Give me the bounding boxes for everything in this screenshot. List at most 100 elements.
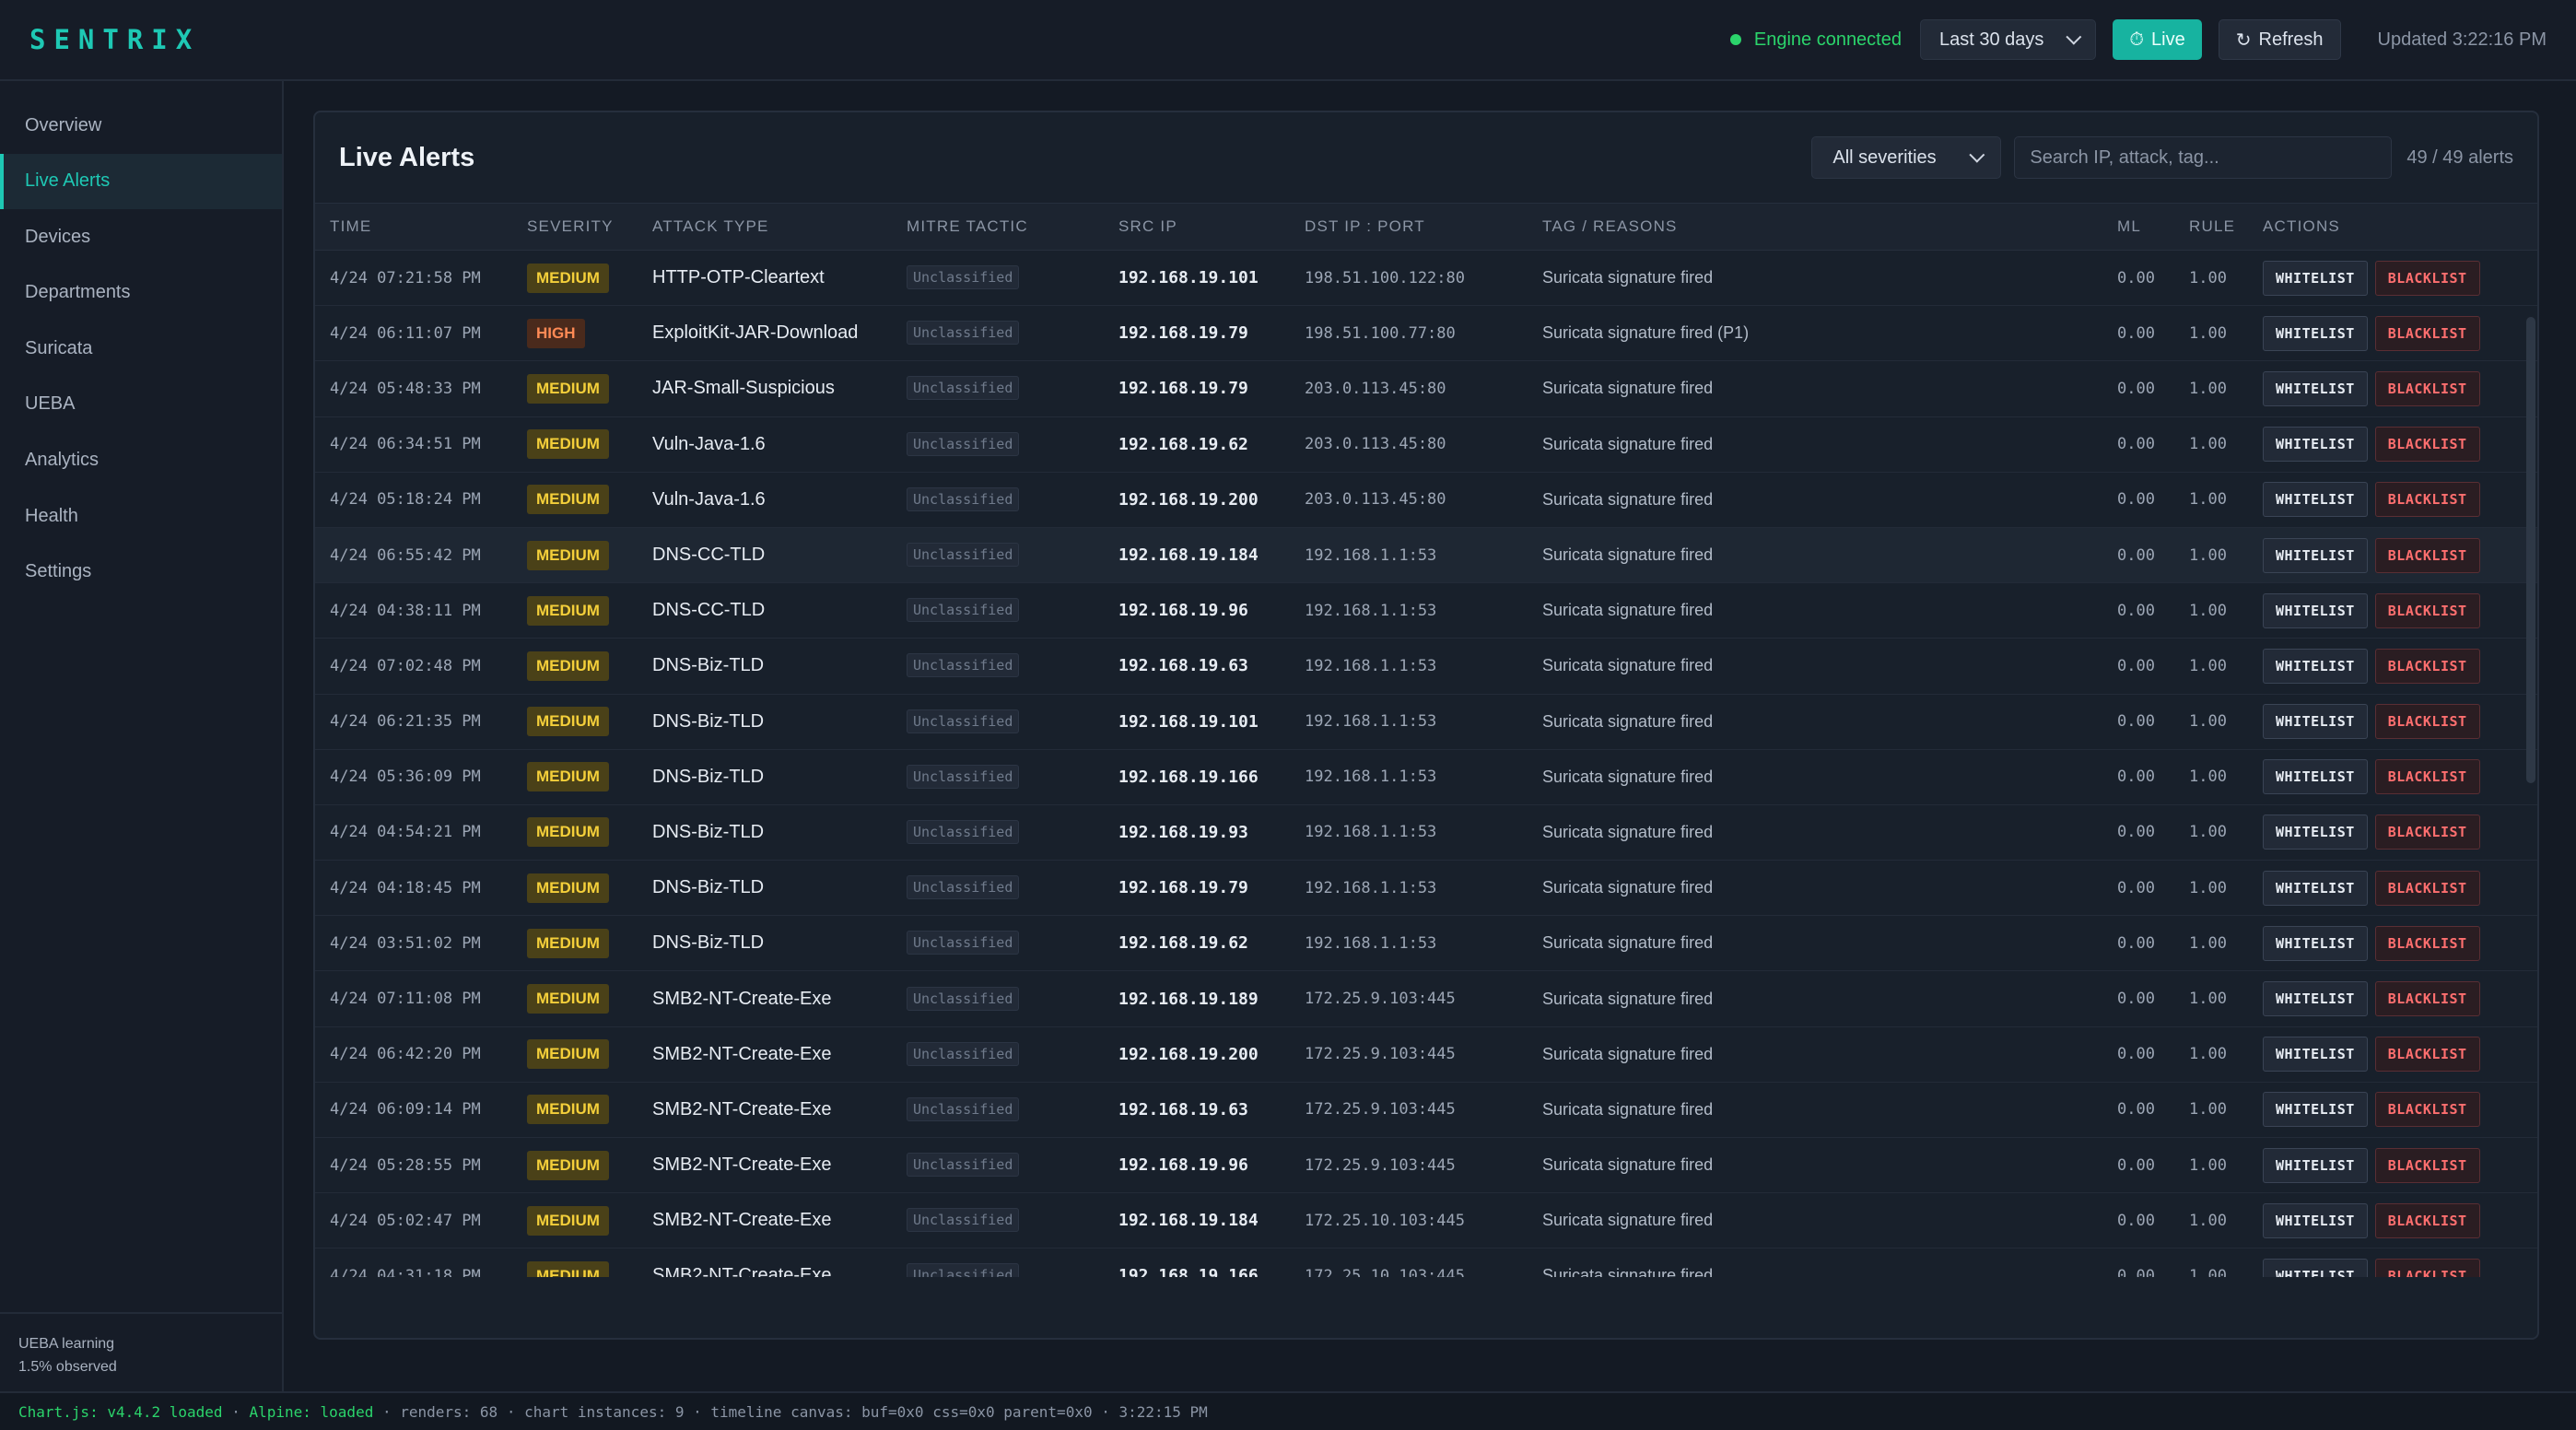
table-row[interactable]: 4/24 06:11:07 PM HIGH ExploitKit-JAR-Downl…: [315, 306, 2537, 362]
blacklist-button[interactable]: BLACKLIST: [2374, 260, 2480, 296]
cell-ml-score: 0.00: [2117, 878, 2155, 897]
blacklist-button[interactable]: BLACKLIST: [2374, 370, 2480, 406]
blacklist-button[interactable]: BLACKLIST: [2374, 1092, 2480, 1128]
time-range-select[interactable]: Last 30 days: [1920, 19, 2097, 60]
cell-ml-score: 0.00: [2117, 490, 2155, 510]
sidebar-item-suricata[interactable]: Suricata: [0, 321, 282, 376]
cell-src-ip: 192.168.19.79: [1118, 379, 1248, 399]
cell-attack-type: SMB2-NT-Create-Exe: [652, 988, 832, 1009]
cell-src-ip: 192.168.19.200: [1118, 489, 1259, 510]
cell-severity: MEDIUM: [527, 540, 609, 570]
whitelist-button[interactable]: WHITELIST: [2263, 704, 2368, 740]
whitelist-button[interactable]: WHITELIST: [2263, 1147, 2368, 1183]
severity-filter-select[interactable]: All severities: [1811, 136, 2002, 179]
severity-badge: MEDIUM: [527, 373, 609, 404]
header-rule[interactable]: RULE: [2189, 217, 2235, 236]
table-row[interactable]: 4/24 06:09:14 PM MEDIUM SMB2-NT-Create-Exe…: [315, 1083, 2537, 1138]
cell-mitre-tactic: Unclassified: [907, 543, 1020, 568]
table-row[interactable]: 4/24 04:38:11 PM MEDIUM DNS-CC-TLD Unclassi…: [315, 583, 2537, 639]
blacklist-button[interactable]: BLACKLIST: [2374, 427, 2480, 463]
refresh-button[interactable]: ↻ Refresh: [2218, 19, 2341, 60]
table-row[interactable]: 4/24 05:18:24 PM MEDIUM Vuln-Java-1.6 Uncla…: [315, 473, 2537, 528]
header-tag-reasons[interactable]: TAG / REASONS: [1542, 217, 1678, 236]
sidebar-item-live-alerts[interactable]: Live Alerts: [0, 153, 282, 209]
whitelist-button[interactable]: WHITELIST: [2263, 759, 2368, 795]
table-row[interactable]: 4/24 04:54:21 PM MEDIUM DNS-Biz-TLD Unclass…: [315, 805, 2537, 862]
blacklist-button[interactable]: BLACKLIST: [2374, 925, 2480, 961]
header-severity[interactable]: SEVERITY: [527, 217, 614, 236]
sidebar-item-ueba[interactable]: UEBA: [0, 377, 282, 432]
table-row[interactable]: 4/24 04:18:45 PM MEDIUM DNS-Biz-TLD Unclass…: [315, 861, 2537, 917]
cell-rule-score: 1.00: [2189, 1100, 2227, 1119]
table-row[interactable]: 4/24 06:42:20 PM MEDIUM SMB2-NT-Create-Exe…: [315, 1027, 2537, 1083]
header-mitre-tactic[interactable]: MITRE TACTIC: [907, 217, 1028, 236]
whitelist-button[interactable]: WHITELIST: [2263, 592, 2368, 628]
cell-tag-reasons: Suricata signature fired: [1542, 379, 1714, 398]
search-input[interactable]: [2014, 136, 2393, 179]
blacklist-button[interactable]: BLACKLIST: [2374, 482, 2480, 518]
cell-dst-ip-port: 172.25.9.103:445: [1305, 1100, 1456, 1119]
blacklist-button[interactable]: BLACKLIST: [2374, 981, 2480, 1017]
sidebar-item-settings[interactable]: Settings: [0, 545, 282, 600]
whitelist-button[interactable]: WHITELIST: [2263, 1202, 2368, 1238]
table-row[interactable]: 4/24 05:48:33 PM MEDIUM JAR-Small-Suspicio…: [315, 361, 2537, 417]
whitelist-button[interactable]: WHITELIST: [2263, 648, 2368, 684]
table-row[interactable]: 4/24 04:31:18 PM MEDIUM SMB2-NT-Create-Exe…: [315, 1248, 2537, 1277]
cell-time: 4/24 05:36:09 PM: [330, 768, 481, 787]
blacklist-button[interactable]: BLACKLIST: [2374, 870, 2480, 906]
sidebar-item-devices[interactable]: Devices: [0, 209, 282, 264]
header-attack-type[interactable]: ATTACK TYPE: [652, 217, 769, 236]
header-ml[interactable]: ML: [2117, 217, 2141, 236]
whitelist-button[interactable]: WHITELIST: [2263, 537, 2368, 573]
table-row[interactable]: 4/24 05:36:09 PM MEDIUM DNS-Biz-TLD Unclass…: [315, 750, 2537, 805]
sidebar-item-analytics[interactable]: Analytics: [0, 433, 282, 488]
blacklist-button[interactable]: BLACKLIST: [2374, 592, 2480, 628]
whitelist-button[interactable]: WHITELIST: [2263, 1092, 2368, 1128]
cell-mitre-tactic: Unclassified: [907, 1041, 1020, 1066]
whitelist-button[interactable]: WHITELIST: [2263, 370, 2368, 406]
whitelist-button[interactable]: WHITELIST: [2263, 260, 2368, 296]
blacklist-button[interactable]: BLACKLIST: [2374, 537, 2480, 573]
whitelist-button[interactable]: WHITELIST: [2263, 1037, 2368, 1072]
blacklist-button[interactable]: BLACKLIST: [2374, 315, 2480, 351]
sidebar-item-overview[interactable]: Overview: [0, 98, 282, 153]
blacklist-button[interactable]: BLACKLIST: [2374, 1202, 2480, 1238]
table-row[interactable]: 4/24 06:21:35 PM MEDIUM DNS-Biz-TLD Unclass…: [315, 695, 2537, 750]
blacklist-button[interactable]: BLACKLIST: [2374, 815, 2480, 850]
sidebar-item-health[interactable]: Health: [0, 488, 282, 544]
blacklist-button[interactable]: BLACKLIST: [2374, 759, 2480, 795]
whitelist-button[interactable]: WHITELIST: [2263, 427, 2368, 463]
header-src-ip[interactable]: SRC IP: [1118, 217, 1177, 236]
table-scrollbar[interactable]: [2526, 317, 2535, 783]
blacklist-button[interactable]: BLACKLIST: [2374, 1258, 2480, 1277]
whitelist-button[interactable]: WHITELIST: [2263, 925, 2368, 961]
sidebar-item-departments[interactable]: Departments: [0, 265, 282, 321]
whitelist-button[interactable]: WHITELIST: [2263, 870, 2368, 906]
blacklist-button[interactable]: BLACKLIST: [2374, 704, 2480, 740]
whitelist-button[interactable]: WHITELIST: [2263, 1258, 2368, 1277]
mitre-tag: Unclassified: [907, 486, 1020, 511]
table-row[interactable]: 4/24 05:28:55 PM MEDIUM SMB2-NT-Create-Exe…: [315, 1138, 2537, 1194]
table-row[interactable]: 4/24 05:02:47 PM MEDIUM SMB2-NT-Create-Exe…: [315, 1193, 2537, 1249]
table-row[interactable]: 4/24 07:02:48 PM MEDIUM DNS-Biz-TLD Unclass…: [315, 639, 2537, 695]
whitelist-button[interactable]: WHITELIST: [2263, 815, 2368, 850]
header-dst-ip-port[interactable]: DST IP : PORT: [1305, 217, 1425, 236]
table-row[interactable]: 4/24 07:11:08 PM MEDIUM SMB2-NT-Create-Exe…: [315, 971, 2537, 1027]
brand-logo: SENTRIX: [29, 24, 201, 55]
cell-actions: WHITELIST BLACKLIST: [2263, 815, 2480, 850]
blacklist-button[interactable]: BLACKLIST: [2374, 1037, 2480, 1072]
mitre-tag: Unclassified: [907, 1263, 1020, 1277]
live-button[interactable]: ⏱ Live: [2113, 19, 2202, 60]
cell-actions: WHITELIST BLACKLIST: [2263, 1147, 2480, 1183]
whitelist-button[interactable]: WHITELIST: [2263, 315, 2368, 351]
cell-tag-reasons: Suricata signature fired: [1542, 1099, 1714, 1119]
whitelist-button[interactable]: WHITELIST: [2263, 482, 2368, 518]
table-row[interactable]: 4/24 03:51:02 PM MEDIUM DNS-Biz-TLD Unclass…: [315, 916, 2537, 972]
header-time[interactable]: TIME: [330, 217, 371, 236]
table-row[interactable]: 4/24 07:21:58 PM MEDIUM HTTP-OTP-Cleartext…: [315, 251, 2537, 307]
whitelist-button[interactable]: WHITELIST: [2263, 981, 2368, 1017]
table-row[interactable]: 4/24 06:55:42 PM MEDIUM DNS-CC-TLD Unclassi…: [315, 527, 2537, 584]
blacklist-button[interactable]: BLACKLIST: [2374, 1147, 2480, 1183]
blacklist-button[interactable]: BLACKLIST: [2374, 648, 2480, 684]
table-row[interactable]: 4/24 06:34:51 PM MEDIUM Vuln-Java-1.6 Uncla…: [315, 417, 2537, 473]
